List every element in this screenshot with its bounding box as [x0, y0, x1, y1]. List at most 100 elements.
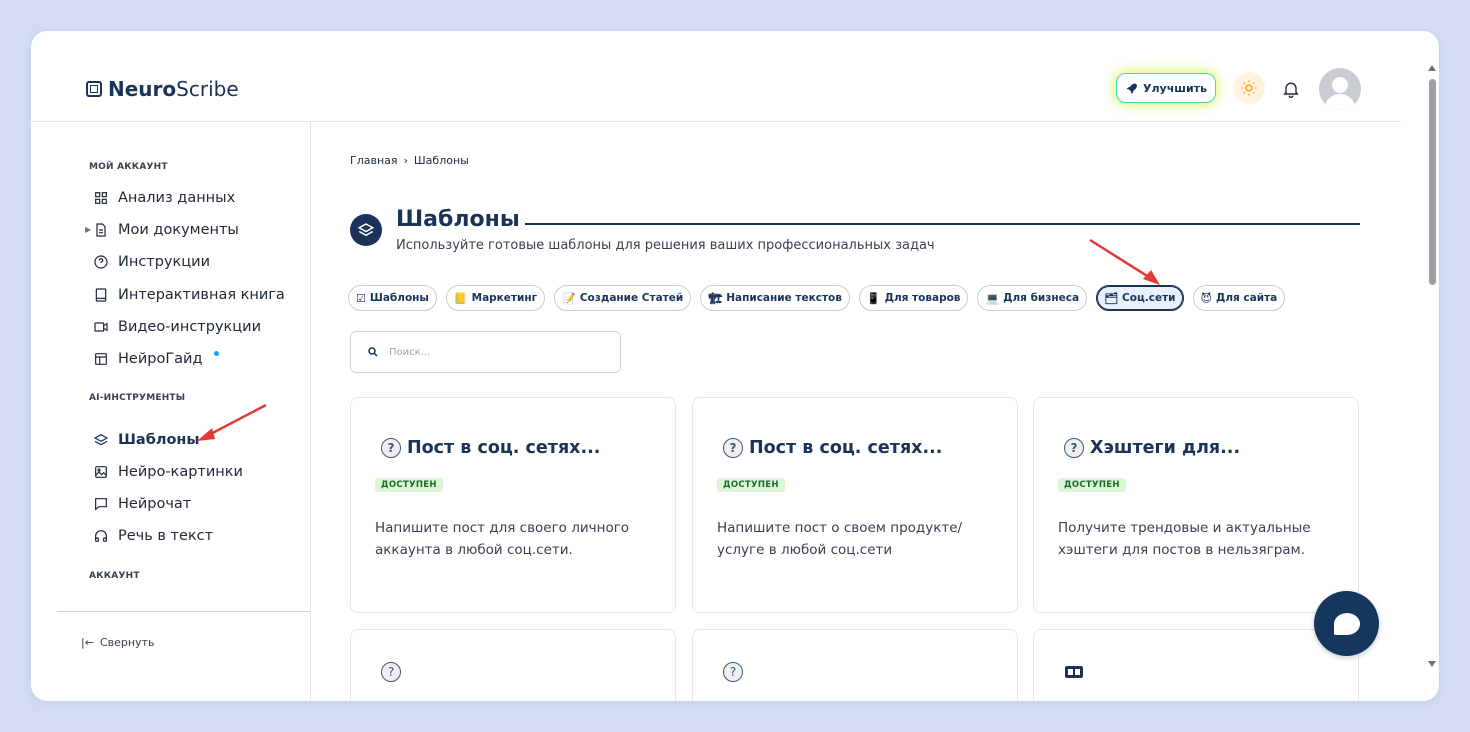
layers-icon	[93, 433, 109, 446]
chip-label: Для бизнеса	[1003, 292, 1080, 304]
sidebar-item-label: Анализ данных	[118, 190, 236, 206]
headphones-icon	[95, 530, 107, 542]
sidebar-item-label: НейроГайд	[118, 351, 203, 367]
support-chat-button[interactable]	[1314, 591, 1379, 656]
chip-icon: 🗂	[1104, 291, 1119, 305]
sidebar-item-label: Шаблоны	[118, 432, 200, 448]
sidebar-item-video[interactable]: Видео-инструкции	[93, 316, 261, 338]
search-field[interactable]: Поиск...	[350, 331, 621, 373]
search-icon	[368, 347, 378, 357]
sun-icon	[1241, 80, 1257, 96]
sidebar-item-label: Инструкции	[118, 254, 211, 270]
theme-toggle-button[interactable]	[1233, 72, 1265, 104]
upgrade-label: Улучшить	[1143, 81, 1207, 95]
card-title-text: Хэштеги для...	[1090, 438, 1241, 458]
chip-business[interactable]: 💻 Для бизнеса	[977, 285, 1088, 311]
scroll-thumb[interactable]	[1429, 79, 1436, 285]
section-account: АККАУНТ	[89, 571, 140, 581]
chat-bubble-icon	[1333, 612, 1360, 635]
top-header: NeuroScribe Улучшить	[31, 31, 1401, 122]
sidebar-item-book[interactable]: Интерактивная книга	[93, 284, 285, 306]
sidebar-item-analytics[interactable]: Анализ данных	[93, 187, 235, 209]
chip-icon: ☑	[356, 291, 366, 305]
logo-regular: Scribe	[176, 77, 239, 101]
collapse-button[interactable]: |← Свернуть	[81, 636, 154, 649]
collapse-label: Свернуть	[99, 636, 155, 649]
chip-articles[interactable]: 📝 Создание Статей	[554, 285, 692, 311]
app-window: NeuroScribe Улучшить МОЙ АККАУНТ Анализ …	[31, 31, 1439, 701]
help-circle-icon	[94, 255, 108, 269]
annotation-arrow-chip	[1089, 238, 1160, 285]
question-icon: ?	[723, 438, 743, 458]
logo[interactable]: NeuroScribe	[86, 77, 239, 101]
status-badge: ДОСТУПЕН	[1058, 478, 1126, 492]
sidebar-item-label: Речь в текст	[118, 528, 214, 544]
chip-label: Шаблоны	[369, 292, 429, 304]
sidebar-item-instructions[interactable]: Инструкции	[93, 251, 210, 273]
chip-label: Маркетинг	[471, 292, 538, 304]
caret-right-icon[interactable]: ▶	[85, 225, 91, 234]
chip-website[interactable]: 😈 Для сайта	[1192, 285, 1286, 311]
template-card[interactable]: ? Пост в соц. сетях... ДОСТУПЕН Напишите …	[350, 397, 676, 613]
video-icon	[94, 322, 108, 332]
breadcrumb-home[interactable]: Главная	[350, 154, 398, 167]
chip-products[interactable]: 📱 Для товаров	[858, 285, 969, 311]
chip-social[interactable]: 🗂 Соц.сети	[1096, 285, 1184, 311]
card-description: Напишите пост о своем продукте/ услуге в…	[717, 520, 963, 558]
chip-templates[interactable]: ☑ Шаблоны	[348, 285, 437, 311]
sidebar-divider	[57, 611, 310, 612]
chip-label: Создание Статей	[579, 292, 684, 304]
avatar[interactable]	[1319, 68, 1361, 110]
scroll-up-icon[interactable]	[1428, 65, 1436, 71]
sidebar-item-documents[interactable]: ▶ Мои документы	[85, 219, 239, 241]
scroll-down-icon[interactable]	[1428, 661, 1436, 667]
card-title-text: Пост в соц. сетях...	[407, 438, 601, 458]
template-card[interactable]: ? Пост в соц. сетях... ДОСТУПЕН Напишите …	[692, 397, 1018, 613]
chip-marketing[interactable]: 📒 Маркетинг	[445, 285, 546, 311]
question-icon: ?	[381, 438, 401, 458]
vertical-scrollbar[interactable]	[1425, 61, 1439, 681]
sidebar-item-label: Интерактивная книга	[118, 287, 285, 303]
section-ai-tools: AI-ИНСТРУМЕНТЫ	[89, 393, 186, 403]
collapse-icon: |←	[81, 636, 94, 649]
document-icon	[96, 223, 106, 237]
sidebar-item-neurochat[interactable]: Нейрочат	[93, 493, 191, 515]
question-icon: ?	[1064, 438, 1084, 458]
chip-icon: 📒	[453, 291, 468, 305]
sidebar-item-templates[interactable]: Шаблоны	[93, 429, 200, 451]
section-my-account: МОЙ АККАУНТ	[89, 162, 168, 172]
sidebar-item-neuroguide[interactable]: НейроГайд	[93, 348, 219, 370]
chip-icon: 😈	[1200, 291, 1212, 305]
breadcrumb: Главная › Шаблоны	[350, 154, 469, 167]
upgrade-button[interactable]: Улучшить	[1116, 73, 1216, 103]
sidebar-item-label: Мои документы	[118, 222, 239, 238]
layout-icon	[95, 353, 107, 365]
sidebar-item-label: Видео-инструкции	[118, 319, 262, 335]
notifications-button[interactable]	[1279, 77, 1303, 101]
rocket-icon	[1126, 83, 1137, 94]
sidebar-item-neuro-images[interactable]: Нейро-картинки	[93, 461, 243, 483]
sidebar-item-label: Нейро-картинки	[118, 464, 243, 480]
sidebar-item-speech-to-text[interactable]: Речь в текст	[93, 525, 213, 547]
book-icon	[95, 288, 107, 302]
chip-label: Для товаров	[884, 292, 961, 304]
image-icon	[95, 466, 107, 478]
card-title: ? Пост в соц. сетях...	[723, 438, 942, 458]
logo-bold: Neuro	[108, 77, 177, 101]
template-card[interactable]: ? Хэштеги для... ДОСТУПЕН Получите трендо…	[1033, 397, 1359, 613]
chip-icon: 📱	[866, 291, 881, 305]
card-description: Напишите пост для своего личного аккаунт…	[375, 520, 630, 558]
status-badge: ДОСТУПЕН	[717, 478, 785, 492]
breadcrumb-current: Шаблоны	[413, 154, 469, 167]
page-subtitle: Используйте готовые шаблоны для решения …	[396, 238, 935, 253]
chip-icon: 📝	[562, 291, 576, 305]
chat-icon	[95, 498, 107, 511]
search-placeholder[interactable]: Поиск...	[389, 347, 430, 358]
chip-icon: 🏗	[708, 291, 723, 305]
chip-writing[interactable]: 🏗 Написание текстов	[700, 285, 850, 311]
template-card[interactable]	[1033, 629, 1359, 701]
template-card[interactable]: ?	[350, 629, 676, 701]
breadcrumb-separator: ›	[403, 154, 408, 167]
sidebar: МОЙ АККАУНТ Анализ данных ▶ Мои документ…	[57, 121, 311, 701]
template-card[interactable]: ?	[692, 629, 1018, 701]
